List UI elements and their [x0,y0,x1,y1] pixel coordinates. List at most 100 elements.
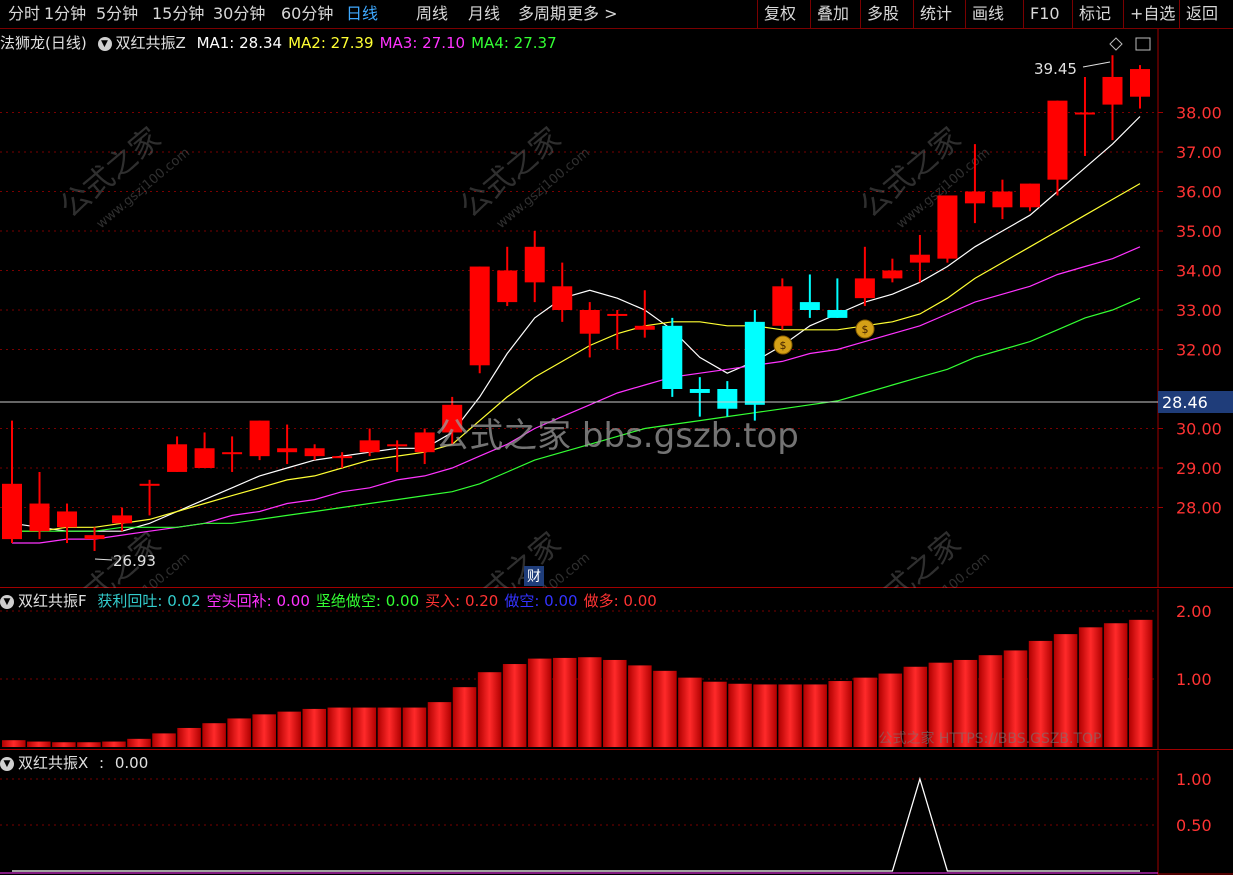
panel2-bar [202,723,226,747]
panel2-axis-label-1: 1.00 [1176,670,1212,689]
panel2-label-5: 做多: 0.00 [583,592,657,610]
period-tab-2[interactable]: 5分钟 [96,0,138,28]
candle [249,420,270,461]
panel2-header: ▼ 双红共振F 获利回吐: 0.02 空头回补: 0.00 坚绝做空: 0.00 买入:… [0,590,669,612]
money-bag-icon-glyph: $ [862,323,869,336]
candle-body [222,452,243,455]
toolbar-action-5[interactable]: F10 [1030,0,1060,28]
candle-body [1102,76,1123,105]
period-tab-6[interactable]: 日线 [346,0,378,28]
indicator-name[interactable]: 双红共振Z [116,34,186,52]
panel2-bar [102,741,126,747]
panel2-label-2: 坚绝做空: 0.00 [315,592,420,610]
period-tab-1[interactable]: 1分钟 [44,0,86,28]
toolbar-action-7[interactable]: +自选 [1130,0,1175,28]
candle-body [909,254,930,263]
candle-body [304,448,325,457]
chevron-down-icon[interactable]: ▼ [97,36,112,51]
candle-body [1047,100,1068,180]
panel3-indicator[interactable]: 双红共振X [18,754,88,772]
candle-body [112,515,133,524]
panel2-bar [2,740,26,747]
panel2-bar [828,681,852,747]
price-axis-label-5: 33.00 [1176,301,1222,320]
panel2-bar [527,658,552,747]
candle-body [579,310,600,334]
panel2-bar [502,664,527,747]
candle-body [992,191,1013,208]
candle-body [772,286,793,326]
cai-marker: 财 [527,569,541,585]
panel2-bar [728,683,752,747]
candle [662,317,683,397]
panel2-bar [327,707,352,747]
main-kline-panel[interactable]: 38.00 37.00 36.00 35.00 34.00 33.00 32.00 30.00… [0,29,1233,588]
period-tab-0[interactable]: 分时 [8,0,40,28]
candle-body [634,325,655,330]
panel2-bar [227,718,251,747]
panel2-label-3: 买入: 0.20 [425,592,499,610]
period-tab-4[interactable]: 30分钟 [213,0,265,28]
indicator-panel-x[interactable]: 1.00 0.50 [0,751,1233,875]
top-toolbar: 分时 1分钟 5分钟 15分钟 30分钟 60分钟 日线 周线 月线 多周期 更多 > 复权 叠加 多股统… [0,0,1233,29]
toolbar-separator [1179,0,1180,28]
candle-body [1019,183,1040,208]
money-bag-icon-glyph: $ [780,339,787,352]
price-axis-label-8: 29.00 [1176,459,1222,478]
panel2-bar [252,714,276,747]
stock-title: 法狮龙(日线) [0,34,87,52]
period-tab-3[interactable]: 15分钟 [152,0,204,28]
panel2-bar [77,742,101,747]
panel2-indicator[interactable]: 双红共振F [18,592,87,610]
toolbar-action-8[interactable]: 返回 [1186,0,1218,28]
ma-label-3: MA4: 27.37 [471,34,557,52]
candle-body [497,270,518,303]
panel2-bar [152,733,176,747]
toolbar-action-1[interactable]: 叠加 [817,0,849,28]
candle-body [964,191,985,204]
candle-body [827,310,848,318]
candle-body [1130,69,1150,97]
ma-label-1: MA2: 27.39 [288,34,374,52]
panel2-bar [803,684,827,747]
candle-body [277,448,298,453]
panel2-bar [778,684,802,747]
chevron-down-icon[interactable]: ▼ [0,756,14,771]
panel2-labels: 获利回吐: 0.02 空头回补: 0.00 坚绝做空: 0.00 买入: 0.20 做空… [97,592,662,610]
panel2-bar [1078,627,1103,747]
indicator-panel-f[interactable]: 2.00 1.00 公式之家 HTTPS://BBS.GSZB.TOP [0,589,1233,750]
panel2-label-0: 获利回吐: 0.02 [97,592,201,610]
toolbar-action-6[interactable]: 标记 [1079,0,1111,28]
chevron-down-icon[interactable]: ▼ [0,594,14,609]
period-tab-7[interactable]: 周线 [416,0,448,28]
toolbar-action-4[interactable]: 画线 [972,0,1004,28]
panel2-bar [352,707,377,747]
panel2-bar [703,681,727,747]
candle-body [1074,112,1095,115]
period-tab-8[interactable]: 月线 [468,0,500,28]
panel2-bar [653,670,677,747]
panel2-bar [552,657,577,747]
toolbar-action-2[interactable]: 多股 [867,0,899,28]
period-tab-10[interactable]: 更多 > [567,0,618,28]
candle-body [359,440,380,453]
candle-body [332,456,353,459]
toolbar-separator [913,0,914,28]
panel2-watermark: 公式之家 HTTPS://BBS.GSZB.TOP [878,730,1101,747]
period-tab-9[interactable]: 多周期 [518,0,566,28]
price-axis-label-4: 34.00 [1176,262,1222,281]
panel2-label-4: 做空: 0.00 [504,592,578,610]
panel2-bar [127,738,151,747]
toolbar-action-0[interactable]: 复权 [764,0,796,28]
candle-body [882,270,903,279]
panel2-bar [177,727,201,747]
panel2-label-1: 空头回补: 0.00 [206,592,310,610]
price-axis-label-2: 36.00 [1176,183,1222,202]
candle-body [854,278,875,299]
panel2-axis-label-0: 2.00 [1176,602,1212,621]
toolbar-separator [1072,0,1073,28]
period-tab-5[interactable]: 60分钟 [281,0,333,28]
toolbar-action-3[interactable]: 统计 [920,0,952,28]
candle-body [689,389,710,393]
candle [469,266,490,374]
